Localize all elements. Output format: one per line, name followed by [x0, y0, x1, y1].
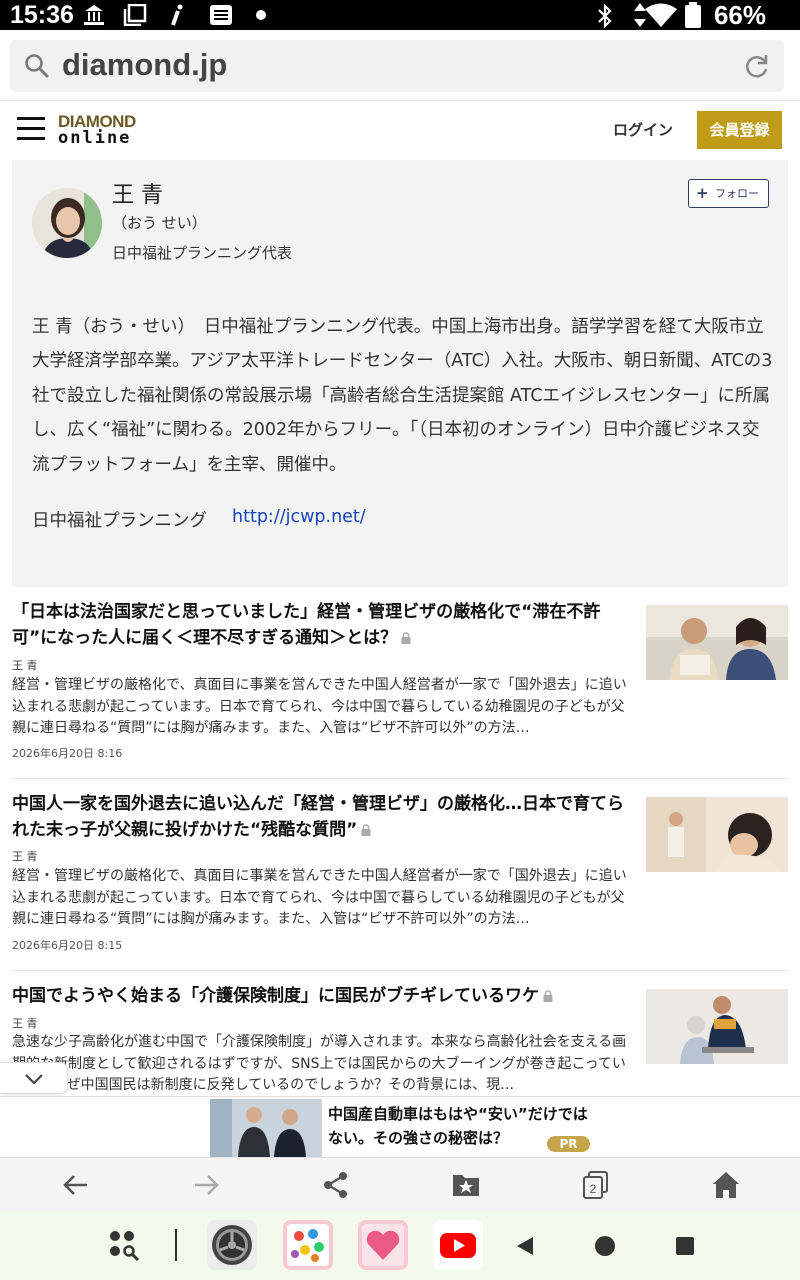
article-thumbnail[interactable] [646, 605, 788, 680]
girls-app-icon[interactable] [358, 1220, 408, 1270]
search-icon [25, 54, 49, 78]
article-title-text[interactable]: 中国でようやく始まる「介護保険制度」に国民がブチギレているワケ [12, 986, 539, 1006]
login-link[interactable]: ログイン [613, 119, 673, 140]
dot-notification-icon [256, 10, 266, 20]
ad-banner[interactable]: 中国産自動車はもはや“安い”だけではない。その強さの秘密は？ PR [0, 1096, 800, 1157]
article-summary: 経営・管理ビザの厳格化で、真面目に事業を営んできた中国人経営者が一家で「国外退去… [12, 868, 627, 927]
temple-notification-icon [84, 5, 104, 25]
nav-recents-icon[interactable] [676, 1237, 694, 1255]
author-name-reading: （おう せい） [112, 214, 207, 232]
follow-button[interactable]: + フォロー [688, 179, 769, 208]
home-icon[interactable] [711, 1170, 741, 1200]
article-thumbnail[interactable] [646, 797, 788, 872]
battery-percentage: 66% [713, 0, 766, 30]
status-bar: 15:36 66% [0, 0, 800, 30]
article-item[interactable]: 中国でようやく始まる「介護保険制度」に国民がブチギレているワケ 王 青 急速な少… [12, 983, 788, 1093]
forward-icon[interactable] [191, 1170, 221, 1200]
nav-home-icon[interactable] [594, 1235, 616, 1257]
pr-badge: PR [547, 1136, 590, 1152]
reload-icon[interactable] [744, 52, 770, 80]
back-icon[interactable] [61, 1170, 91, 1200]
youtube-icon [440, 1233, 476, 1258]
article-summary: 急速な少子高齢化が進む中国で「介護保険制度」が導入されます。本来なら高齢化社会を… [12, 1034, 627, 1093]
article-title-text[interactable]: 「日本は法治国家だと思っていました」経営・管理ビザの厳格化で“滞在不許可”になっ… [12, 602, 600, 648]
bookmark-icon[interactable] [451, 1170, 481, 1200]
collapse-button[interactable] [0, 1062, 68, 1094]
article-thumbnail[interactable] [646, 989, 788, 1064]
author-name: 王 青 [112, 183, 163, 208]
lock-icon [543, 990, 553, 1002]
article-summary: 経営・管理ビザの厳格化で、真面目に事業を営んできた中国人経営者が一家で「国外退去… [12, 677, 627, 736]
bluetooth-icon [598, 4, 612, 28]
wifi-icon [645, 3, 677, 27]
youtube-app-icon[interactable] [433, 1220, 483, 1270]
url-bar[interactable]: diamond.jp [10, 40, 784, 92]
steering-wheel-icon [212, 1225, 252, 1265]
menu-icon[interactable] [17, 117, 45, 143]
list-notification-icon [210, 5, 232, 25]
logo-text-bottom: online [58, 128, 132, 148]
lock-icon [361, 824, 371, 836]
share-icon[interactable] [321, 1170, 351, 1200]
article-author[interactable]: 王 青 [12, 848, 38, 864]
author-site-link[interactable]: http://jcwp.net/ [232, 507, 366, 527]
article-author[interactable]: 王 青 [12, 1015, 38, 1031]
article-title-text[interactable]: 中国人一家を国外退去に追い込んだ「経営・管理ビザ」の厳格化…日本で育てられた末っ… [12, 794, 624, 840]
steering-app-icon[interactable] [207, 1220, 257, 1270]
article-divider [12, 778, 788, 779]
author-site-name: 日中福祉プランニング [32, 511, 207, 531]
nav-back-icon[interactable] [514, 1235, 536, 1257]
author-bio: 王 青（おう・せい） 日中福祉プランニング代表。中国上海市出身。語学学習を経て大… [32, 317, 773, 475]
info-notification-icon [171, 4, 183, 26]
follow-label: フォロー [715, 187, 759, 200]
article-item[interactable]: 中国人一家を国外退去に追い込んだ「経営・管理ビザ」の厳格化…日本で育てられた末っ… [12, 791, 788, 961]
heart-icon [362, 1224, 404, 1266]
article-image [646, 605, 788, 680]
system-navigation-bar [0, 1211, 800, 1280]
article-title[interactable]: 中国でようやく始まる「介護保険制度」に国民がブチギレているワケ [12, 983, 637, 1009]
article-divider [12, 970, 788, 971]
article-date: 2026年6月20日 8:15 [12, 939, 123, 952]
author-profile-card: 王 青 （おう せい） 日中福祉プランニング代表 + フォロー 王 青（おう・せ… [12, 160, 788, 587]
app-search-icon[interactable] [108, 1229, 144, 1263]
nav-divider [175, 1229, 177, 1261]
author-photo [32, 188, 102, 258]
article-author[interactable]: 王 青 [12, 657, 38, 673]
lock-icon [401, 632, 411, 644]
article-title[interactable]: 中国人一家を国外退去に追い込んだ「経営・管理ビザ」の厳格化…日本で育てられた末っ… [12, 791, 637, 843]
status-time: 15:36 [10, 1, 74, 29]
chevron-down-icon [25, 1074, 43, 1085]
ad-photo [210, 1099, 322, 1157]
battery-icon [685, 2, 701, 28]
url-text[interactable]: diamond.jp [62, 47, 227, 83]
flowers-icon [287, 1224, 329, 1266]
ad-image[interactable] [210, 1099, 322, 1157]
register-button[interactable]: 会員登録 [697, 111, 782, 149]
article-item[interactable]: 「日本は法治国家だと思っていました」経営・管理ビザの厳格化で“滞在不許可”になっ… [12, 599, 788, 769]
divider [0, 100, 800, 101]
copy-notification-icon [123, 4, 147, 26]
plus-icon: + [696, 184, 709, 202]
author-title: 日中福祉プランニング代表 [112, 244, 293, 262]
site-logo[interactable]: DIAMOND online [58, 113, 136, 147]
article-image [646, 797, 788, 872]
article-date: 2026年6月20日 8:16 [12, 747, 123, 760]
tabs-icon[interactable]: 2 [581, 1170, 611, 1200]
tab-count: 2 [590, 1182, 597, 1196]
article-title[interactable]: 「日本は法治国家だと思っていました」経営・管理ビザの厳格化で“滞在不許可”になっ… [12, 599, 637, 651]
browser-toolbar: 2 [0, 1157, 800, 1211]
colorful-app-icon[interactable] [283, 1220, 333, 1270]
author-avatar [32, 188, 102, 258]
article-image [646, 989, 788, 1064]
